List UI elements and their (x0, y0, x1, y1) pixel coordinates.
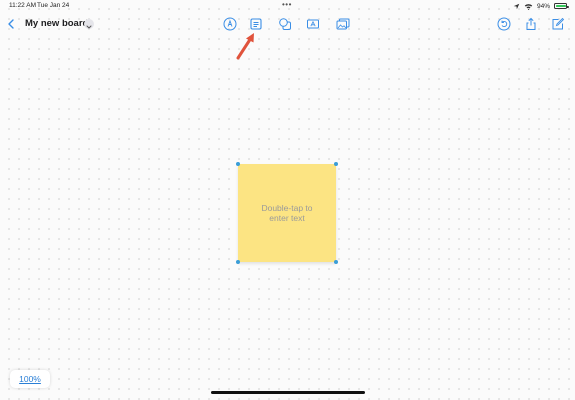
text-box-icon[interactable] (306, 17, 320, 31)
resize-handle-top-right[interactable] (334, 162, 338, 166)
toolbar: My new board (0, 12, 575, 36)
back-icon[interactable] (5, 18, 17, 30)
status-date: Tue Jan 24 (37, 2, 70, 9)
sticky-note[interactable]: Double-tap to enter text (238, 164, 336, 262)
multitasking-dots[interactable]: ••• (282, 1, 292, 9)
media-icon[interactable] (336, 17, 350, 31)
shapes-icon[interactable] (278, 17, 292, 31)
status-time: 11:22 AM (9, 2, 36, 9)
resize-handle-bottom-right[interactable] (334, 260, 338, 264)
battery-icon (554, 3, 569, 9)
annotation-arrow (236, 33, 254, 60)
location-icon (513, 3, 520, 9)
status-indicators: 94% (513, 1, 569, 11)
wifi-icon (524, 3, 533, 10)
title-menu-chevron-icon[interactable] (84, 19, 94, 29)
sticky-note-placeholder: Double-tap to enter text (261, 202, 313, 224)
share-icon[interactable] (524, 17, 538, 31)
battery-level (555, 4, 566, 8)
zoom-level-button[interactable]: 100% (10, 370, 50, 388)
sticky-note-icon[interactable] (249, 17, 263, 31)
board-title[interactable]: My new board (25, 18, 88, 29)
undo-icon[interactable] (497, 17, 511, 31)
compose-icon[interactable] (551, 17, 565, 31)
home-indicator[interactable] (211, 391, 365, 394)
pen-icon[interactable] (223, 17, 237, 31)
battery-percent: 94% (536, 2, 550, 10)
resize-handle-bottom-left[interactable] (236, 260, 240, 264)
status-bar: 11:22 AM Tue Jan 24 ••• 94% (0, 0, 575, 12)
resize-handle-top-left[interactable] (236, 162, 240, 166)
